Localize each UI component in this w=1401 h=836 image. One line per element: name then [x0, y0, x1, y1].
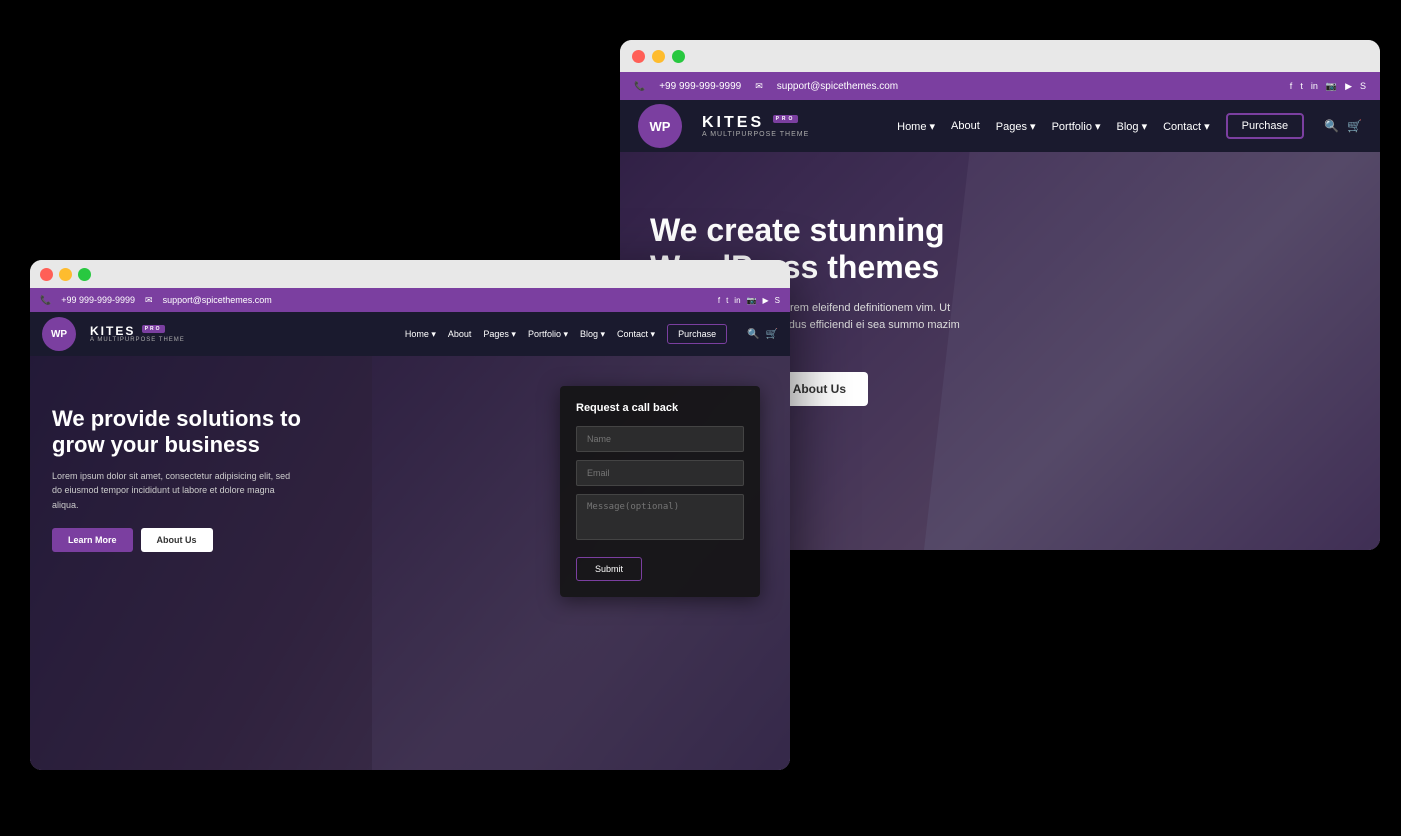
back-nav-about[interactable]: About [951, 120, 980, 132]
front-nav-blog[interactable]: Blog ▾ [580, 329, 605, 340]
back-navbar: WP KITES PRO A MULTIPURPOSE THEME Home ▾… [620, 100, 1380, 152]
front-nav-icons: 🔍 🛒 [747, 329, 778, 340]
front-nav-about[interactable]: About [448, 329, 472, 339]
front-email: support@spicethemes.com [163, 295, 272, 305]
name-input[interactable] [576, 426, 744, 452]
front-hero-title: We provide solutions to grow your busine… [52, 406, 352, 459]
back-nav-home[interactable]: Home ▾ [897, 120, 935, 133]
twitter-icon: t [1300, 81, 1303, 91]
back-nav-contact[interactable]: Contact ▾ [1163, 120, 1210, 133]
back-nav-portfolio[interactable]: Portfolio ▾ [1052, 120, 1101, 133]
callback-form: Request a call back Submit [560, 386, 760, 597]
front-maximize-icon[interactable] [78, 268, 91, 281]
front-facebook-icon: f [718, 296, 720, 305]
front-titlebar [30, 260, 790, 288]
back-cart-icon[interactable]: 🛒 [1347, 119, 1362, 133]
submit-button[interactable]: Submit [576, 557, 642, 581]
email-input[interactable] [576, 460, 744, 486]
front-hero-description: Lorem ipsum dolor sit amet, consectetur … [52, 469, 292, 512]
back-nav-blog[interactable]: Blog ▾ [1117, 120, 1148, 133]
front-twitter-icon: t [726, 296, 728, 305]
front-nav-links: Home ▾ About Pages ▾ Portfolio ▾ Blog ▾ … [405, 324, 727, 344]
front-skype-icon: S [775, 296, 780, 305]
minimize-icon[interactable] [652, 50, 665, 63]
front-hero-buttons: Learn More About Us [52, 528, 352, 552]
email-icon: ✉ [755, 81, 763, 92]
front-social-icons: f t in 📷 ▶ S [718, 296, 780, 305]
back-topbar: 📞 +99 999-999-9999 ✉ support@spicethemes… [620, 72, 1380, 100]
front-youtube-icon: ▶ [763, 296, 769, 305]
front-purchase-button[interactable]: Purchase [667, 324, 727, 344]
front-topbar-contact: 📞 +99 999-999-9999 ✉ support@spicethemes… [40, 295, 708, 306]
back-titlebar [620, 40, 1380, 72]
front-hero-section: We provide solutions to grow your busine… [30, 356, 790, 770]
back-nav-links: Home ▾ About Pages ▾ Portfolio ▾ Blog ▾ … [897, 113, 1304, 139]
front-nav-home[interactable]: Home ▾ [405, 329, 436, 340]
message-input[interactable] [576, 494, 744, 540]
front-nav-pages[interactable]: Pages ▾ [483, 329, 516, 340]
front-navbar: WP KITES PRO A MULTIPURPOSE THEME Home ▾… [30, 312, 790, 356]
front-instagram-icon: 📷 [747, 296, 757, 305]
back-topbar-contact: 📞 +99 999-999-9999 ✉ support@spicethemes… [634, 81, 1276, 92]
back-logo-wp: WP [638, 104, 682, 148]
back-purchase-button[interactable]: Purchase [1226, 113, 1304, 139]
close-icon[interactable] [632, 50, 645, 63]
front-email-icon: ✉ [145, 295, 153, 306]
front-logo-wp: WP [42, 317, 76, 351]
front-search-icon[interactable]: 🔍 [747, 329, 759, 340]
front-about-us-button[interactable]: About Us [141, 528, 213, 552]
front-close-icon[interactable] [40, 268, 53, 281]
linkedin-icon: in [1311, 81, 1318, 91]
maximize-icon[interactable] [672, 50, 685, 63]
callback-form-title: Request a call back [576, 402, 744, 414]
phone-icon: 📞 [634, 81, 645, 92]
back-phone: +99 999-999-9999 [659, 81, 741, 92]
front-linkedin-icon: in [734, 296, 740, 305]
front-hero-content: We provide solutions to grow your busine… [52, 406, 352, 552]
facebook-icon: f [1290, 81, 1293, 91]
back-nav-pages[interactable]: Pages ▾ [996, 120, 1036, 133]
front-nav-contact[interactable]: Contact ▾ [617, 329, 655, 340]
back-social-icons: f t in 📷 ▶ S [1290, 81, 1366, 92]
back-logo-kites: KITES PRO A MULTIPURPOSE THEME [702, 115, 809, 138]
youtube-icon: ▶ [1345, 81, 1352, 92]
back-nav-icons: 🔍 🛒 [1324, 119, 1362, 133]
front-phone-icon: 📞 [40, 295, 51, 306]
front-logo-kites: KITES PRO A MULTIPURPOSE THEME [90, 325, 185, 343]
front-browser-window: 📞 +99 999-999-9999 ✉ support@spicethemes… [30, 260, 790, 770]
front-learn-more-button[interactable]: Learn More [52, 528, 133, 552]
skype-icon: S [1360, 81, 1366, 91]
front-phone: +99 999-999-9999 [61, 295, 135, 305]
back-search-icon[interactable]: 🔍 [1324, 119, 1339, 133]
front-nav-portfolio[interactable]: Portfolio ▾ [528, 329, 568, 340]
instagram-icon: 📷 [1326, 81, 1337, 92]
front-topbar: 📞 +99 999-999-9999 ✉ support@spicethemes… [30, 288, 790, 312]
front-minimize-icon[interactable] [59, 268, 72, 281]
back-email: support@spicethemes.com [777, 81, 898, 92]
front-cart-icon[interactable]: 🛒 [766, 329, 778, 340]
